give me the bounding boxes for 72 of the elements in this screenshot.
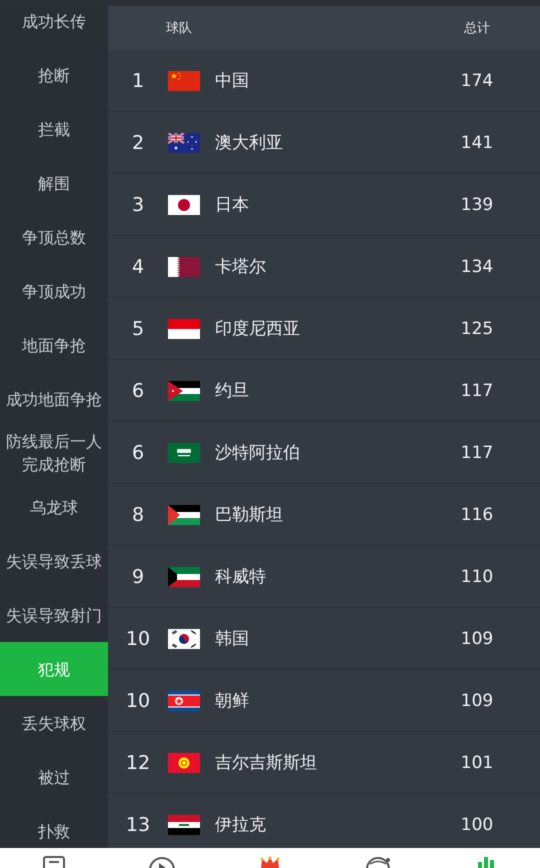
flag-icon [168,752,200,772]
team-name: 沙特阿拉伯 [215,442,301,464]
column-header: 总计 [464,20,490,37]
team-name: 伊拉克 [215,814,267,836]
team-name: 吉尔吉斯斯坦 [215,752,318,774]
flag-icon [168,256,200,276]
sidebar-item[interactable]: 防线最后一人完成抢断 [0,426,108,480]
total-cell: 174 [460,70,494,90]
flag-icon [168,814,200,834]
sidebar-item[interactable]: 抢断 [0,48,108,102]
sidebar-item[interactable]: 成功长传 [0,6,108,48]
flag-icon [168,690,200,710]
team-name: 朝鲜 [215,690,250,712]
total-cell: 116 [460,504,494,524]
sidebar-item[interactable]: 扑救 [0,804,108,848]
rank-cell: 12 [126,752,150,774]
rank-cell: 13 [126,814,150,836]
team-name: 中国 [215,70,250,92]
total-cell: 141 [460,132,494,152]
rank-cell: 1 [132,70,144,92]
total-cell: 117 [460,442,494,462]
flag-icon [168,566,200,586]
flag-icon [168,628,200,648]
total-cell: 109 [460,690,494,710]
sidebar-item[interactable]: 乌龙球 [0,480,108,534]
sidebar-item[interactable]: 成功地面争抢 [0,372,108,426]
flag-icon [168,380,200,400]
rank-cell: 4 [132,256,144,278]
rank-cell: 10 [126,690,150,712]
sidebar-item[interactable]: 争顶成功 [0,264,108,318]
sidebar-item[interactable]: 地面争抢 [0,318,108,372]
rank-cell: 2 [132,132,144,154]
flag-icon [168,504,200,524]
flag-icon [168,318,200,338]
total-cell: 125 [460,318,494,338]
sidebar-item[interactable]: 失误导致丢球 [0,534,108,588]
sidebar-item[interactable]: 失误导致射门 [0,588,108,642]
rank-cell: 6 [132,380,144,402]
sidebar-item[interactable]: 被过 [0,750,108,804]
sidebar-item[interactable]: 拦截 [0,102,108,156]
flag-icon [168,70,200,90]
team-name: 科威特 [215,566,267,588]
total-cell: 117 [460,380,494,400]
document-icon[interactable] [42,856,66,868]
play-icon[interactable] [148,856,176,868]
total-cell: 101 [460,752,494,772]
team-name: 印度尼西亚 [215,318,301,340]
total-cell: 139 [460,194,494,214]
total-cell: 109 [460,628,494,648]
sidebar-item[interactable]: 丢失球权 [0,696,108,750]
total-cell: 110 [460,566,494,586]
flag-icon [168,442,200,462]
rank-cell: 10 [126,628,150,650]
rank-cell: 9 [132,566,144,588]
total-cell: 100 [460,814,494,834]
flag-icon [168,132,200,152]
rank-cell: 6 [132,442,144,464]
sidebar-item[interactable]: 争顶总数 [0,210,108,264]
rank-cell: 3 [132,194,144,216]
total-cell: 134 [460,256,494,276]
team-name: 卡塔尔 [215,256,267,278]
column-header: 球队 [166,20,192,37]
crown-icon[interactable] [258,856,282,868]
rank-cell: 5 [132,318,144,340]
sidebar-item[interactable]: 解围 [0,156,108,210]
team-name: 巴勒斯坦 [215,504,284,526]
team-name: 澳大利亚 [215,132,284,154]
team-name: 日本 [215,194,250,216]
team-name: 约旦 [215,380,250,402]
rank-cell: 8 [132,504,144,526]
team-name: 韩国 [215,628,250,650]
flag-icon [168,194,200,214]
